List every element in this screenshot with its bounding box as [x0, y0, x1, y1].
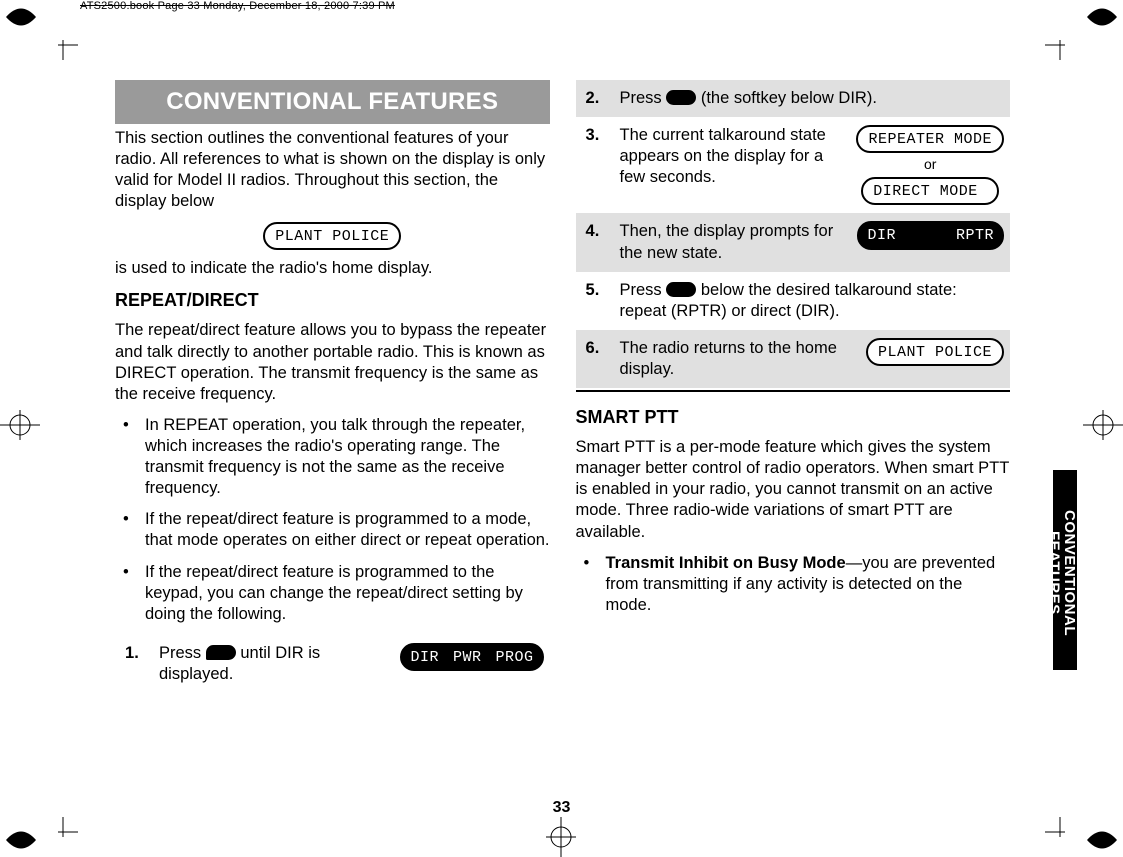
- section-divider: [576, 390, 1011, 392]
- disp-seg: PWR: [453, 648, 482, 667]
- crop-left: [0, 410, 40, 440]
- bullet-label: Transmit Inhibit on Busy Mode: [606, 554, 846, 572]
- step-3: The current talkaround state appears on …: [576, 117, 1011, 213]
- crop-inner-tl: [48, 30, 78, 60]
- menu-key-icon: [206, 645, 236, 660]
- display-plant-police: PLANT POLICE: [866, 338, 1004, 366]
- disp-seg: DIR: [867, 226, 896, 245]
- crop-right: [1083, 410, 1123, 440]
- framemaker-header: ATS2500.book Page 33 Monday, December 18…: [80, 0, 395, 12]
- disp-seg: PROG: [495, 648, 533, 667]
- or-label: or: [856, 156, 1004, 174]
- display-direct-mode: DIRECT MODE: [861, 177, 999, 205]
- bullet-item: Transmit Inhibit on Busy Mode—you are pr…: [576, 553, 1011, 616]
- step-2-text-a: Press: [620, 89, 667, 107]
- bullet-item: In REPEAT operation, you talk through th…: [115, 415, 550, 499]
- home-display-box: PLANT POLICE: [263, 222, 401, 250]
- disp-seg: RPTR: [956, 226, 994, 245]
- bullet-item: If the repeat/direct feature is programm…: [115, 562, 550, 625]
- intro-paragraph-2: is used to indicate the radio's home dis…: [115, 258, 550, 279]
- crop-bottom: [546, 817, 576, 857]
- smart-ptt-heading: SMART PTT: [576, 406, 1011, 429]
- step-5: Press below the desired talkaround state…: [576, 272, 1011, 330]
- step-5-text-a: Press: [620, 281, 667, 299]
- step-1-text-a: Press: [159, 644, 206, 662]
- right-column: Press (the softkey below DIR). The curre…: [576, 80, 1011, 780]
- disp-seg: DIR: [410, 648, 439, 667]
- steps-list-left: Press until DIR is displayed. DIR PWR PR…: [115, 635, 550, 693]
- intro-paragraph-1: This section outlines the conventional f…: [115, 128, 550, 212]
- reg-mark-tl: [6, 6, 36, 28]
- left-column: CONVENTIONAL FEATURES This section outli…: [115, 80, 550, 780]
- softkey-icon: [666, 282, 696, 297]
- repeat-direct-paragraph: The repeat/direct feature allows you to …: [115, 320, 550, 404]
- softkey-icon: [666, 90, 696, 105]
- repeat-direct-bullets: In REPEAT operation, you talk through th…: [115, 415, 550, 625]
- display-dir-rptr: DIR RPTR: [857, 221, 1004, 249]
- display-repeater-mode: REPEATER MODE: [856, 125, 1004, 153]
- step-1: Press until DIR is displayed. DIR PWR PR…: [115, 635, 550, 693]
- step-4-text: Then, the display prompts for the new st…: [620, 221, 848, 263]
- page-content: CONVENTIONAL FEATURES This section outli…: [115, 80, 1010, 780]
- reg-mark-bl: [6, 829, 36, 851]
- reg-mark-tr: [1087, 6, 1117, 28]
- step-2: Press (the softkey below DIR).: [576, 80, 1011, 117]
- smart-ptt-paragraph: Smart PTT is a per-mode feature which gi…: [576, 437, 1011, 543]
- thumb-tab: CONVENTIONAL FEATURES: [1053, 470, 1077, 670]
- reg-mark-br: [1087, 829, 1117, 851]
- step-6-text: The radio returns to the home display.: [620, 338, 856, 380]
- step-6: The radio returns to the home display. P…: [576, 330, 1011, 388]
- step-2-text-b: (the softkey below DIR).: [696, 89, 877, 107]
- display-dir-pwr-prog: DIR PWR PROG: [400, 643, 543, 671]
- section-title: CONVENTIONAL FEATURES: [115, 80, 550, 124]
- smart-ptt-bullets: Transmit Inhibit on Busy Mode—you are pr…: [576, 553, 1011, 616]
- bullet-item: If the repeat/direct feature is programm…: [115, 509, 550, 551]
- crop-inner-br: [1045, 817, 1075, 847]
- step-4: Then, the display prompts for the new st…: [576, 213, 1011, 271]
- steps-list-right: Press (the softkey below DIR). The curre…: [576, 80, 1011, 388]
- crop-inner-bl: [48, 817, 78, 847]
- step-3-text: The current talkaround state appears on …: [620, 125, 847, 188]
- page-number: 33: [0, 799, 1123, 817]
- repeat-direct-heading: REPEAT/DIRECT: [115, 289, 550, 312]
- crop-inner-tr: [1045, 30, 1075, 60]
